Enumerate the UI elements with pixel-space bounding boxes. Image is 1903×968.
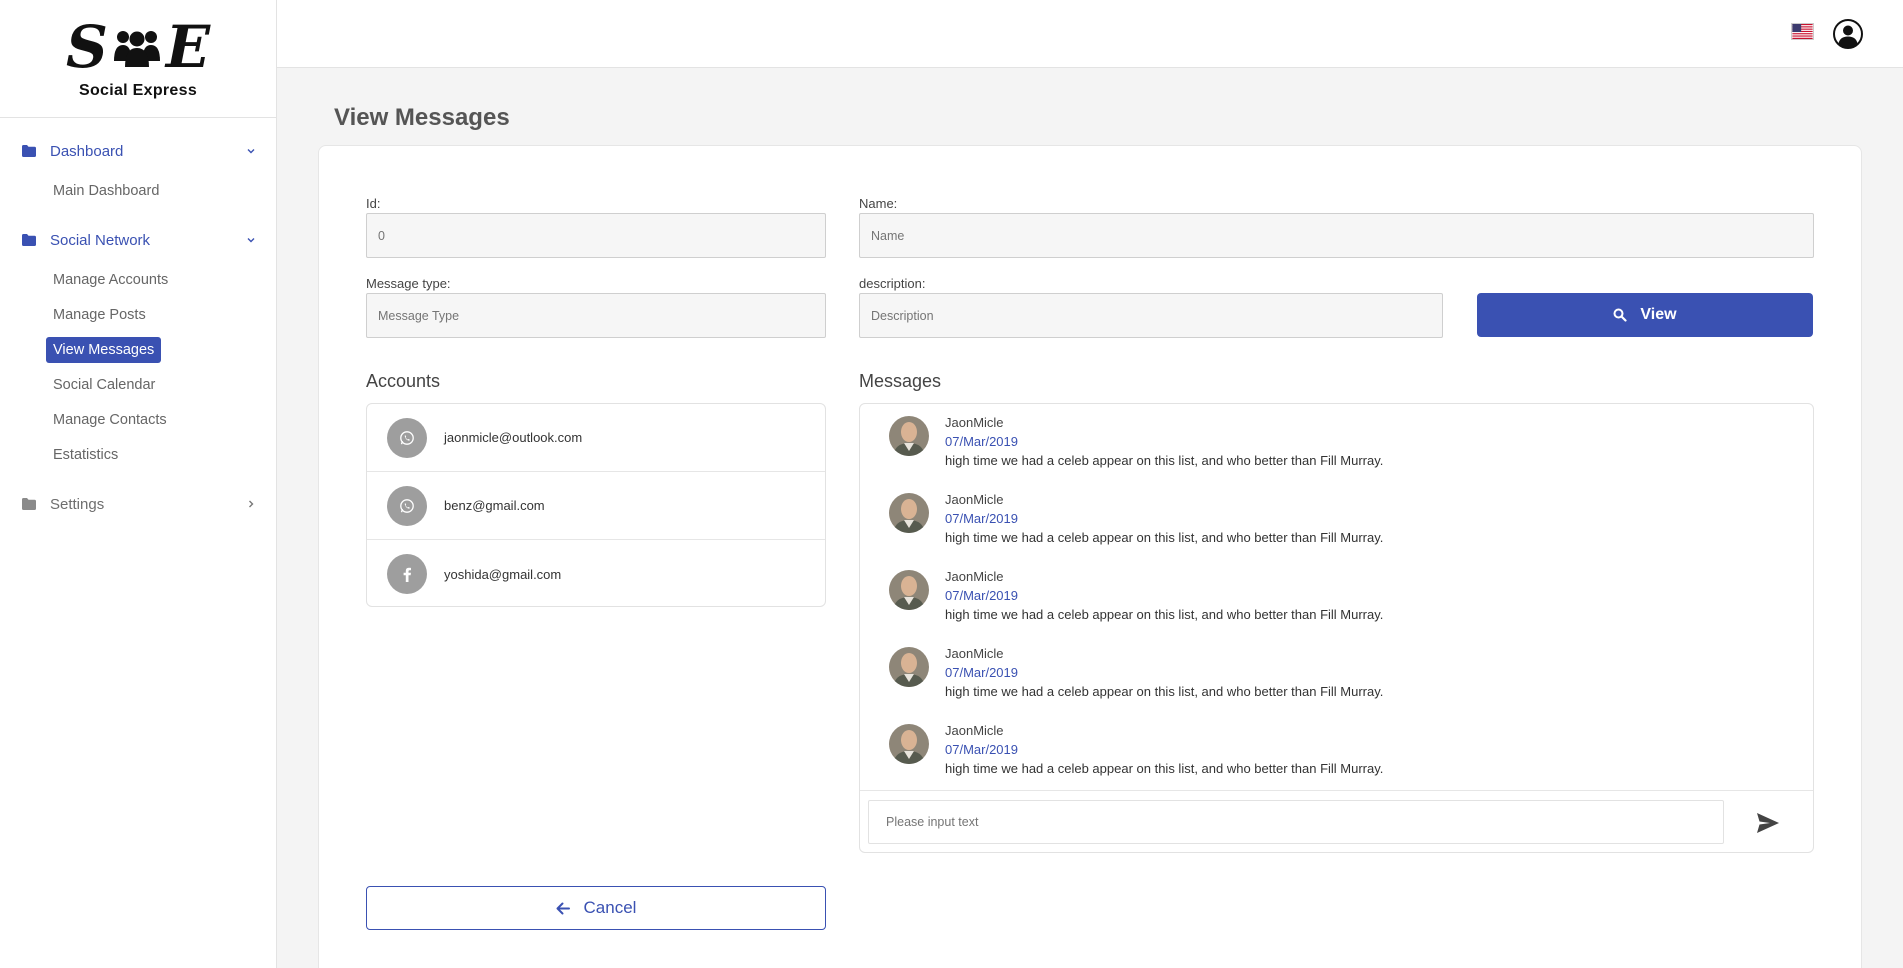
message-date: 07/Mar/2019 [945, 588, 1018, 603]
avatar [889, 493, 929, 533]
sidebar-group-social-network[interactable]: Social Network [0, 221, 276, 259]
search-icon [1613, 308, 1628, 322]
folder-icon [22, 234, 36, 246]
avatar [889, 647, 929, 687]
accounts-title: Accounts [366, 371, 441, 391]
message-date: 07/Mar/2019 [945, 434, 1018, 449]
message-item: JaonMicle 07/Mar/2019 high time we had a… [860, 644, 1813, 721]
sidebar-item-manage-contacts[interactable]: Manage Contacts [0, 403, 276, 438]
id-input[interactable] [378, 228, 814, 243]
us-flag-icon[interactable] [1791, 23, 1814, 40]
sidebar-group-dashboard[interactable]: Dashboard [0, 132, 276, 170]
logo-mark: S E [66, 18, 210, 76]
account-email: jaonmicle@outlook.com [444, 430, 583, 445]
arrow-left-icon [556, 902, 570, 914]
logo[interactable]: S E Social Express [0, 0, 276, 118]
message-list[interactable]: JaonMicle 07/Mar/2019 high time we had a… [860, 404, 1813, 791]
sidebar-group-label: Dashboard [50, 142, 124, 160]
sidebar-item-estatistics[interactable]: Estatistics [0, 438, 276, 473]
avatar [889, 416, 929, 456]
folder-icon [22, 498, 36, 510]
chevron-right-icon [249, 500, 254, 508]
logo-letter-s: S [65, 12, 108, 81]
page-title: View Messages [334, 104, 510, 131]
message-text: high time we had a celeb appear on this … [945, 684, 1384, 699]
message-type-field[interactable] [366, 293, 826, 338]
view-button-label: View [1640, 306, 1677, 323]
message-input-box[interactable] [868, 800, 1724, 844]
message-item: JaonMicle 07/Mar/2019 high time we had a… [860, 721, 1813, 798]
message-sender: JaonMicle [945, 492, 1004, 507]
message-sender: JaonMicle [945, 646, 1004, 661]
description-input[interactable] [871, 308, 1431, 323]
account-email: yoshida@gmail.com [444, 566, 562, 582]
sidebar-item-view-messages[interactable]: View Messages [0, 333, 276, 368]
sidebar-group-settings[interactable]: Settings [0, 485, 276, 523]
message-type-input[interactable] [378, 308, 814, 323]
message-input[interactable] [886, 815, 1706, 829]
sidebar-item-manage-accounts[interactable]: Manage Accounts [0, 263, 276, 298]
messages-title: Messages [859, 371, 942, 391]
message-sender: JaonMicle [945, 415, 1004, 430]
sidebar-nav: Dashboard Main Dashboard Social Network … [0, 118, 276, 523]
message-item: JaonMicle 07/Mar/2019 high time we had a… [860, 413, 1813, 490]
description-label: description: [859, 276, 926, 291]
id-label: Id: [366, 196, 381, 211]
name-field[interactable] [859, 213, 1814, 258]
whatsapp-icon [387, 485, 427, 526]
sidebar-group-label: Social Network [50, 231, 151, 249]
user-circle-icon[interactable] [1833, 19, 1863, 49]
logo-letter-e: E [165, 12, 211, 81]
account-item[interactable]: yoshida@gmail.com [367, 540, 825, 608]
sidebar-group-label: Settings [50, 495, 105, 513]
folder-icon [22, 145, 36, 157]
sidebar-sub-dashboard: Main Dashboard [0, 170, 276, 221]
whatsapp-icon [387, 417, 427, 458]
message-text: high time we had a celeb appear on this … [945, 530, 1384, 545]
account-item[interactable]: jaonmicle@outlook.com [367, 404, 825, 472]
chevron-down-icon [247, 149, 255, 154]
view-button[interactable]: View [1477, 293, 1813, 337]
message-sender: JaonMicle [945, 723, 1004, 738]
message-type-label: Message type: [366, 276, 451, 291]
chevron-down-icon [247, 238, 255, 243]
sidebar-item-social-calendar[interactable]: Social Calendar [0, 368, 276, 403]
message-sender: JaonMicle [945, 569, 1004, 584]
messages-panel: JaonMicle 07/Mar/2019 high time we had a… [859, 403, 1814, 853]
message-date: 07/Mar/2019 [945, 742, 1018, 757]
cancel-button[interactable]: Cancel [366, 886, 826, 930]
sidebar: S E Social Express Dashboard Main Dashbo… [0, 0, 277, 968]
send-icon[interactable] [1756, 812, 1780, 834]
account-email: benz@gmail.com [444, 498, 545, 513]
sidebar-item-label: View Messages [46, 337, 162, 363]
name-input[interactable] [871, 228, 1802, 243]
sidebar-sub-social-network: Manage Accounts Manage Posts View Messag… [0, 259, 276, 485]
message-text: high time we had a celeb appear on this … [945, 453, 1384, 468]
sidebar-item-manage-posts[interactable]: Manage Posts [0, 298, 276, 333]
people-icon [113, 30, 160, 67]
topbar [277, 0, 1903, 68]
avatar [889, 570, 929, 610]
accounts-list: jaonmicle@outlook.com benz@gmail.com yos… [366, 403, 826, 607]
message-date: 07/Mar/2019 [945, 665, 1018, 680]
message-item: JaonMicle 07/Mar/2019 high time we had a… [860, 490, 1813, 567]
message-item: JaonMicle 07/Mar/2019 high time we had a… [860, 567, 1813, 644]
message-text: high time we had a celeb appear on this … [945, 761, 1384, 776]
id-field[interactable] [366, 213, 826, 258]
name-label: Name: [859, 196, 898, 211]
facebook-icon [387, 554, 427, 594]
avatar [889, 724, 929, 764]
description-field[interactable] [859, 293, 1443, 338]
cancel-button-label: Cancel [583, 898, 637, 917]
message-date: 07/Mar/2019 [945, 511, 1018, 526]
message-text: high time we had a celeb appear on this … [945, 607, 1384, 622]
sidebar-item-main-dashboard[interactable]: Main Dashboard [0, 174, 276, 209]
account-item[interactable]: benz@gmail.com [367, 472, 825, 540]
brand-name: Social Express [78, 81, 198, 99]
